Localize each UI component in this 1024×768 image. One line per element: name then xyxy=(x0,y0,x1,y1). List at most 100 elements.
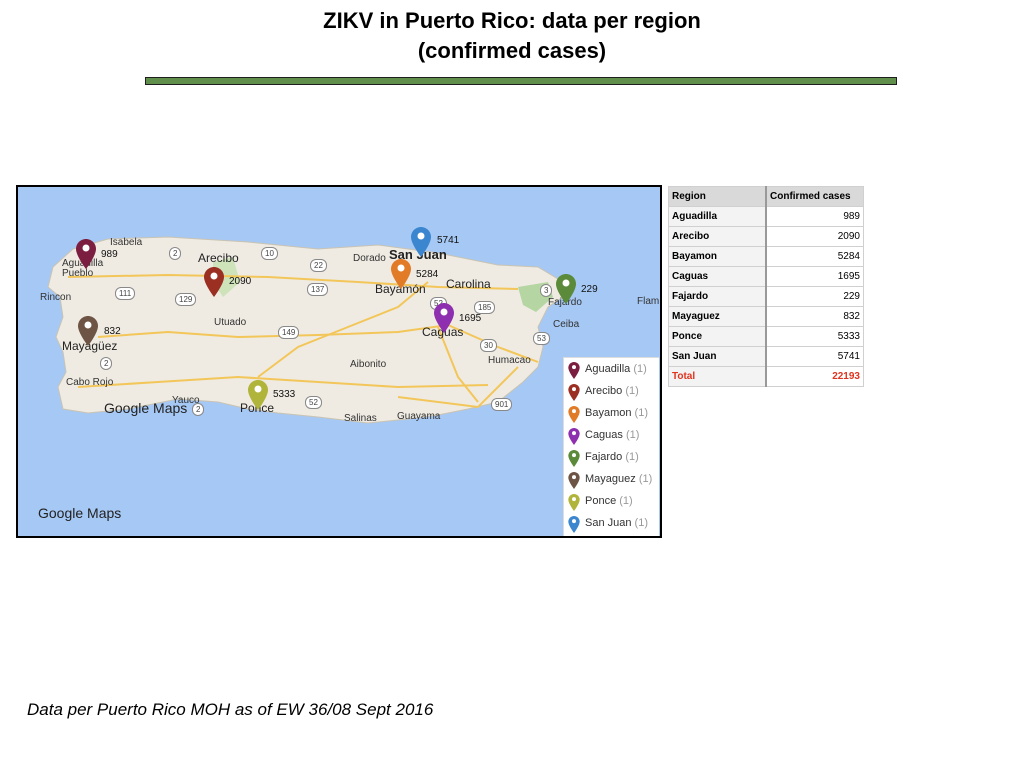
table-header-row: Region Confirmed cases xyxy=(668,186,864,207)
cases-table: Region Confirmed cases Aguadilla 989 Arec… xyxy=(668,186,864,387)
cases-cell: 832 xyxy=(765,306,864,327)
region-cell: Arecibo xyxy=(668,226,767,247)
marker-label-ponce: 5333 xyxy=(273,389,296,400)
legend-name: Arecibo xyxy=(585,385,623,397)
title-line-2: (confirmed cases) xyxy=(417,38,607,63)
map-pin-icon xyxy=(568,472,580,489)
marker-label-arecibo: 2090 xyxy=(229,276,252,287)
place-arecibo: Arecibo xyxy=(198,251,239,265)
route-53: 53 xyxy=(533,332,550,345)
slide-title: ZIKV in Puerto Rico: data per region (co… xyxy=(0,6,1024,66)
marker-aguadilla[interactable] xyxy=(76,239,96,269)
region-cell: San Juan xyxy=(668,346,767,367)
table-row: Bayamon 5284 xyxy=(668,246,864,267)
legend-item-bayamon[interactable]: Bayamon (1) xyxy=(568,404,658,424)
place-flam: Flam xyxy=(637,296,660,307)
table-row: Ponce 5333 xyxy=(668,326,864,347)
marker-label-aguadilla: 989 xyxy=(101,249,118,260)
legend-count: (1) xyxy=(638,473,653,485)
region-cell: Bayamon xyxy=(668,246,767,267)
legend-count: (1) xyxy=(625,429,640,441)
legend-name: Ponce xyxy=(585,495,617,507)
cases-cell: 5333 xyxy=(765,326,864,347)
table-row: Aguadilla 989 xyxy=(668,206,864,227)
marker-mayaguez[interactable] xyxy=(78,316,98,346)
place-dorado: Dorado xyxy=(353,253,386,264)
table-row: Arecibo 2090 xyxy=(668,226,864,247)
cases-cell: 989 xyxy=(765,206,864,227)
table-row: Caguas 1695 xyxy=(668,266,864,287)
table-row: Mayaguez 832 xyxy=(668,306,864,327)
legend-item-arecibo[interactable]: Arecibo (1) xyxy=(568,382,658,402)
place-isabela: Isabela xyxy=(110,237,143,248)
marker-label-bayamon: 5284 xyxy=(416,269,439,280)
table-total-row: Total 22193 xyxy=(668,366,864,387)
route-22: 22 xyxy=(310,259,327,272)
legend-item-aguadilla[interactable]: Aguadilla (1) xyxy=(568,360,658,380)
marker-san-juan[interactable] xyxy=(411,227,431,257)
cases-cell: 5284 xyxy=(765,246,864,267)
map-legend: Aguadilla (1) Arecibo (1) Bayamon (1) Ca… xyxy=(563,357,659,536)
place-utuado: Utuado xyxy=(214,317,247,328)
map-pin-icon xyxy=(568,384,580,401)
column-header-region: Region xyxy=(668,186,767,207)
legend-name: Aguadilla xyxy=(585,363,631,375)
place-cabo-rojo: Cabo Rojo xyxy=(66,377,114,388)
legend-count: (1) xyxy=(634,517,648,529)
legend-item-san-juan[interactable]: San Juan (1) xyxy=(568,514,658,534)
region-cell: Aguadilla xyxy=(668,206,767,227)
route-30: 30 xyxy=(480,339,497,352)
title-divider xyxy=(145,77,897,85)
region-cell: Caguas xyxy=(668,266,767,287)
region-cell: Ponce xyxy=(668,326,767,347)
total-value-cell: 22193 xyxy=(765,366,864,387)
marker-label-mayaguez: 832 xyxy=(104,326,121,337)
marker-label-caguas: 1695 xyxy=(459,313,482,324)
legend-count: (1) xyxy=(634,407,648,419)
route-129: 129 xyxy=(175,293,197,306)
legend-name: Fajardo xyxy=(585,451,623,463)
marker-bayamon[interactable] xyxy=(391,259,411,289)
cases-cell: 229 xyxy=(765,286,864,307)
map-panel[interactable]: Isabela Arecibo Dorado San Juan Carolina… xyxy=(16,185,662,538)
total-label-cell: Total xyxy=(668,366,767,387)
legend-count: (1) xyxy=(625,385,639,397)
region-cell: Mayaguez xyxy=(668,306,767,327)
route-10: 10 xyxy=(261,247,278,260)
legend-name: Caguas xyxy=(585,429,623,441)
marker-ponce[interactable] xyxy=(248,380,268,410)
route-111: 111 xyxy=(115,287,136,300)
data-source-note: Data per Puerto Rico MOH as of EW 36/08 … xyxy=(27,700,434,719)
legend-count: (1) xyxy=(625,451,639,463)
place-guayama: Guayama xyxy=(397,411,441,422)
marker-arecibo[interactable] xyxy=(204,267,224,297)
map-pin-icon xyxy=(568,406,580,423)
route-149: 149 xyxy=(278,326,300,339)
marker-fajardo[interactable] xyxy=(556,274,576,304)
route-137: 137 xyxy=(307,283,329,296)
map-pin-icon xyxy=(568,450,580,467)
legend-name: Mayaguez xyxy=(585,473,636,485)
place-rincon: Rincon xyxy=(40,292,72,303)
cases-cell: 5741 xyxy=(765,346,864,367)
map-pin-icon xyxy=(568,494,580,511)
title-line-1: ZIKV in Puerto Rico: data per region xyxy=(323,8,701,33)
place-humacao: Humacao xyxy=(488,355,531,366)
cases-cell: 2090 xyxy=(765,226,864,247)
route-901: 901 xyxy=(491,398,513,411)
place-carolina: Carolina xyxy=(446,277,491,291)
map-pin-icon xyxy=(568,362,580,379)
legend-name: San Juan xyxy=(585,517,632,529)
legend-item-fajardo[interactable]: Fajardo (1) xyxy=(568,448,658,468)
table-row: San Juan 5741 xyxy=(668,346,864,367)
table-row: Fajardo 229 xyxy=(668,286,864,307)
legend-item-caguas[interactable]: Caguas (1) xyxy=(568,426,658,446)
legend-item-mayaguez[interactable]: Mayaguez (1) xyxy=(568,470,658,490)
map-watermark-corner: Google Maps xyxy=(38,505,122,521)
legend-item-ponce[interactable]: Ponce (1) xyxy=(568,492,658,512)
map-watermark-inner: Google Maps xyxy=(104,400,188,416)
legend-count: (1) xyxy=(619,495,633,507)
legend-count: (1) xyxy=(633,363,647,375)
marker-caguas[interactable] xyxy=(434,303,454,333)
column-header-cases: Confirmed cases xyxy=(765,186,864,207)
